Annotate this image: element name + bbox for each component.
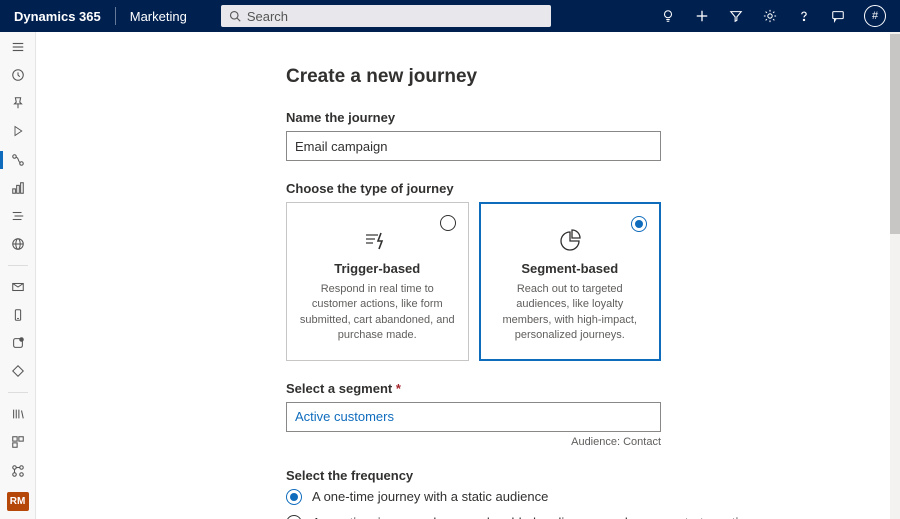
trigger-icon — [299, 229, 456, 253]
search-placeholder: Search — [247, 9, 288, 24]
app-brand[interactable]: Dynamics 365 — [0, 9, 115, 24]
play-icon[interactable] — [10, 124, 26, 138]
segment-label: Select a segment * — [286, 381, 896, 396]
pinned-icon[interactable] — [10, 96, 26, 110]
journeys-icon[interactable] — [10, 153, 26, 167]
name-label: Name the journey — [286, 110, 896, 125]
user-avatar[interactable]: # — [864, 5, 886, 27]
globe-icon[interactable] — [10, 237, 26, 251]
area-switcher[interactable]: RM — [7, 492, 29, 511]
search-icon — [229, 10, 241, 22]
segment-input[interactable] — [286, 402, 661, 432]
lightbulb-icon[interactable] — [660, 8, 676, 24]
radio-icon — [286, 489, 302, 505]
radio-icon — [286, 515, 302, 519]
frequency-label: Select the frequency — [286, 468, 896, 483]
top-navigation-bar: Dynamics 365 Marketing Search # — [0, 0, 900, 32]
forms-icon[interactable] — [10, 364, 26, 378]
connectors-icon[interactable] — [10, 464, 26, 478]
scrollbar[interactable] — [890, 32, 900, 519]
scrollbar-thumb[interactable] — [890, 34, 900, 234]
templates-icon[interactable] — [10, 435, 26, 449]
filter-icon[interactable] — [728, 8, 744, 24]
audience-hint: Audience: Contact — [286, 436, 661, 448]
gear-icon[interactable] — [762, 8, 778, 24]
chat-icon[interactable] — [830, 8, 846, 24]
frequency-one-time-static[interactable]: A one-time journey with a static audienc… — [286, 489, 896, 505]
trigger-based-card[interactable]: Trigger-based Respond in real time to cu… — [286, 202, 469, 361]
library-icon[interactable] — [10, 407, 26, 421]
segment-radio — [631, 216, 647, 232]
analytics-icon[interactable] — [10, 181, 26, 195]
journey-name-input[interactable] — [286, 131, 661, 161]
type-label: Choose the type of journey — [286, 181, 896, 196]
side-navigation: RM — [0, 32, 36, 519]
segment-card-desc: Reach out to targeted audiences, like lo… — [492, 282, 649, 344]
menu-icon[interactable] — [10, 40, 26, 54]
push-icon[interactable] — [10, 336, 26, 350]
segment-card-title: Segment-based — [492, 261, 649, 276]
global-search[interactable]: Search — [221, 5, 551, 27]
content-area: Create a new journey Name the journey Ch… — [36, 32, 900, 519]
app-area[interactable]: Marketing — [116, 9, 201, 24]
recent-icon[interactable] — [10, 68, 26, 82]
sms-icon[interactable] — [10, 308, 26, 322]
segment-icon — [492, 229, 649, 253]
add-icon[interactable] — [694, 8, 710, 24]
email-icon[interactable] — [10, 280, 26, 294]
triggers-icon[interactable] — [10, 209, 26, 223]
trigger-card-desc: Respond in real time to customer actions… — [299, 282, 456, 344]
segment-based-card[interactable]: Segment-based Reach out to targeted audi… — [479, 202, 662, 361]
page-title: Create a new journey — [286, 66, 896, 88]
topbar-actions: # — [660, 5, 900, 27]
trigger-radio — [440, 215, 456, 231]
frequency-one-time-dynamic[interactable]: A one-time journey where newly added aud… — [286, 515, 896, 519]
help-icon[interactable] — [796, 8, 812, 24]
trigger-card-title: Trigger-based — [299, 261, 456, 276]
